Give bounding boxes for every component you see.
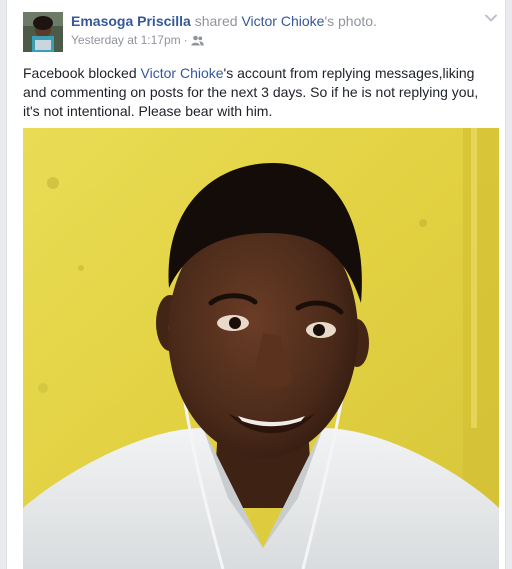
shared-suffix-text: 's photo.: [324, 13, 377, 29]
author-name-link[interactable]: Emasoga Priscilla: [71, 13, 191, 29]
avatar-image: [23, 12, 63, 52]
post-header: Emasoga Priscilla shared Victor Chioke's…: [71, 12, 377, 30]
meta-separator: ·: [183, 33, 188, 47]
friends-icon[interactable]: [190, 34, 204, 50]
action-text: shared: [190, 13, 242, 29]
post-body: Facebook blocked Victor Chioke's account…: [23, 64, 493, 121]
shared-from-link[interactable]: Victor Chioke: [241, 13, 324, 29]
selfie-photo: [23, 128, 499, 569]
author-avatar[interactable]: [23, 12, 63, 52]
post-body-part1: Facebook blocked: [23, 65, 141, 81]
post-timestamp-link[interactable]: Yesterday at 1:17pm: [71, 33, 181, 47]
feed-post-card: Emasoga Priscilla shared Victor Chioke's…: [6, 0, 506, 569]
chevron-down-icon[interactable]: [483, 10, 499, 26]
post-meta: Yesterday at 1:17pm ·: [71, 32, 204, 50]
mention-link[interactable]: Victor Chioke: [141, 65, 224, 81]
post-photo[interactable]: [23, 128, 499, 569]
